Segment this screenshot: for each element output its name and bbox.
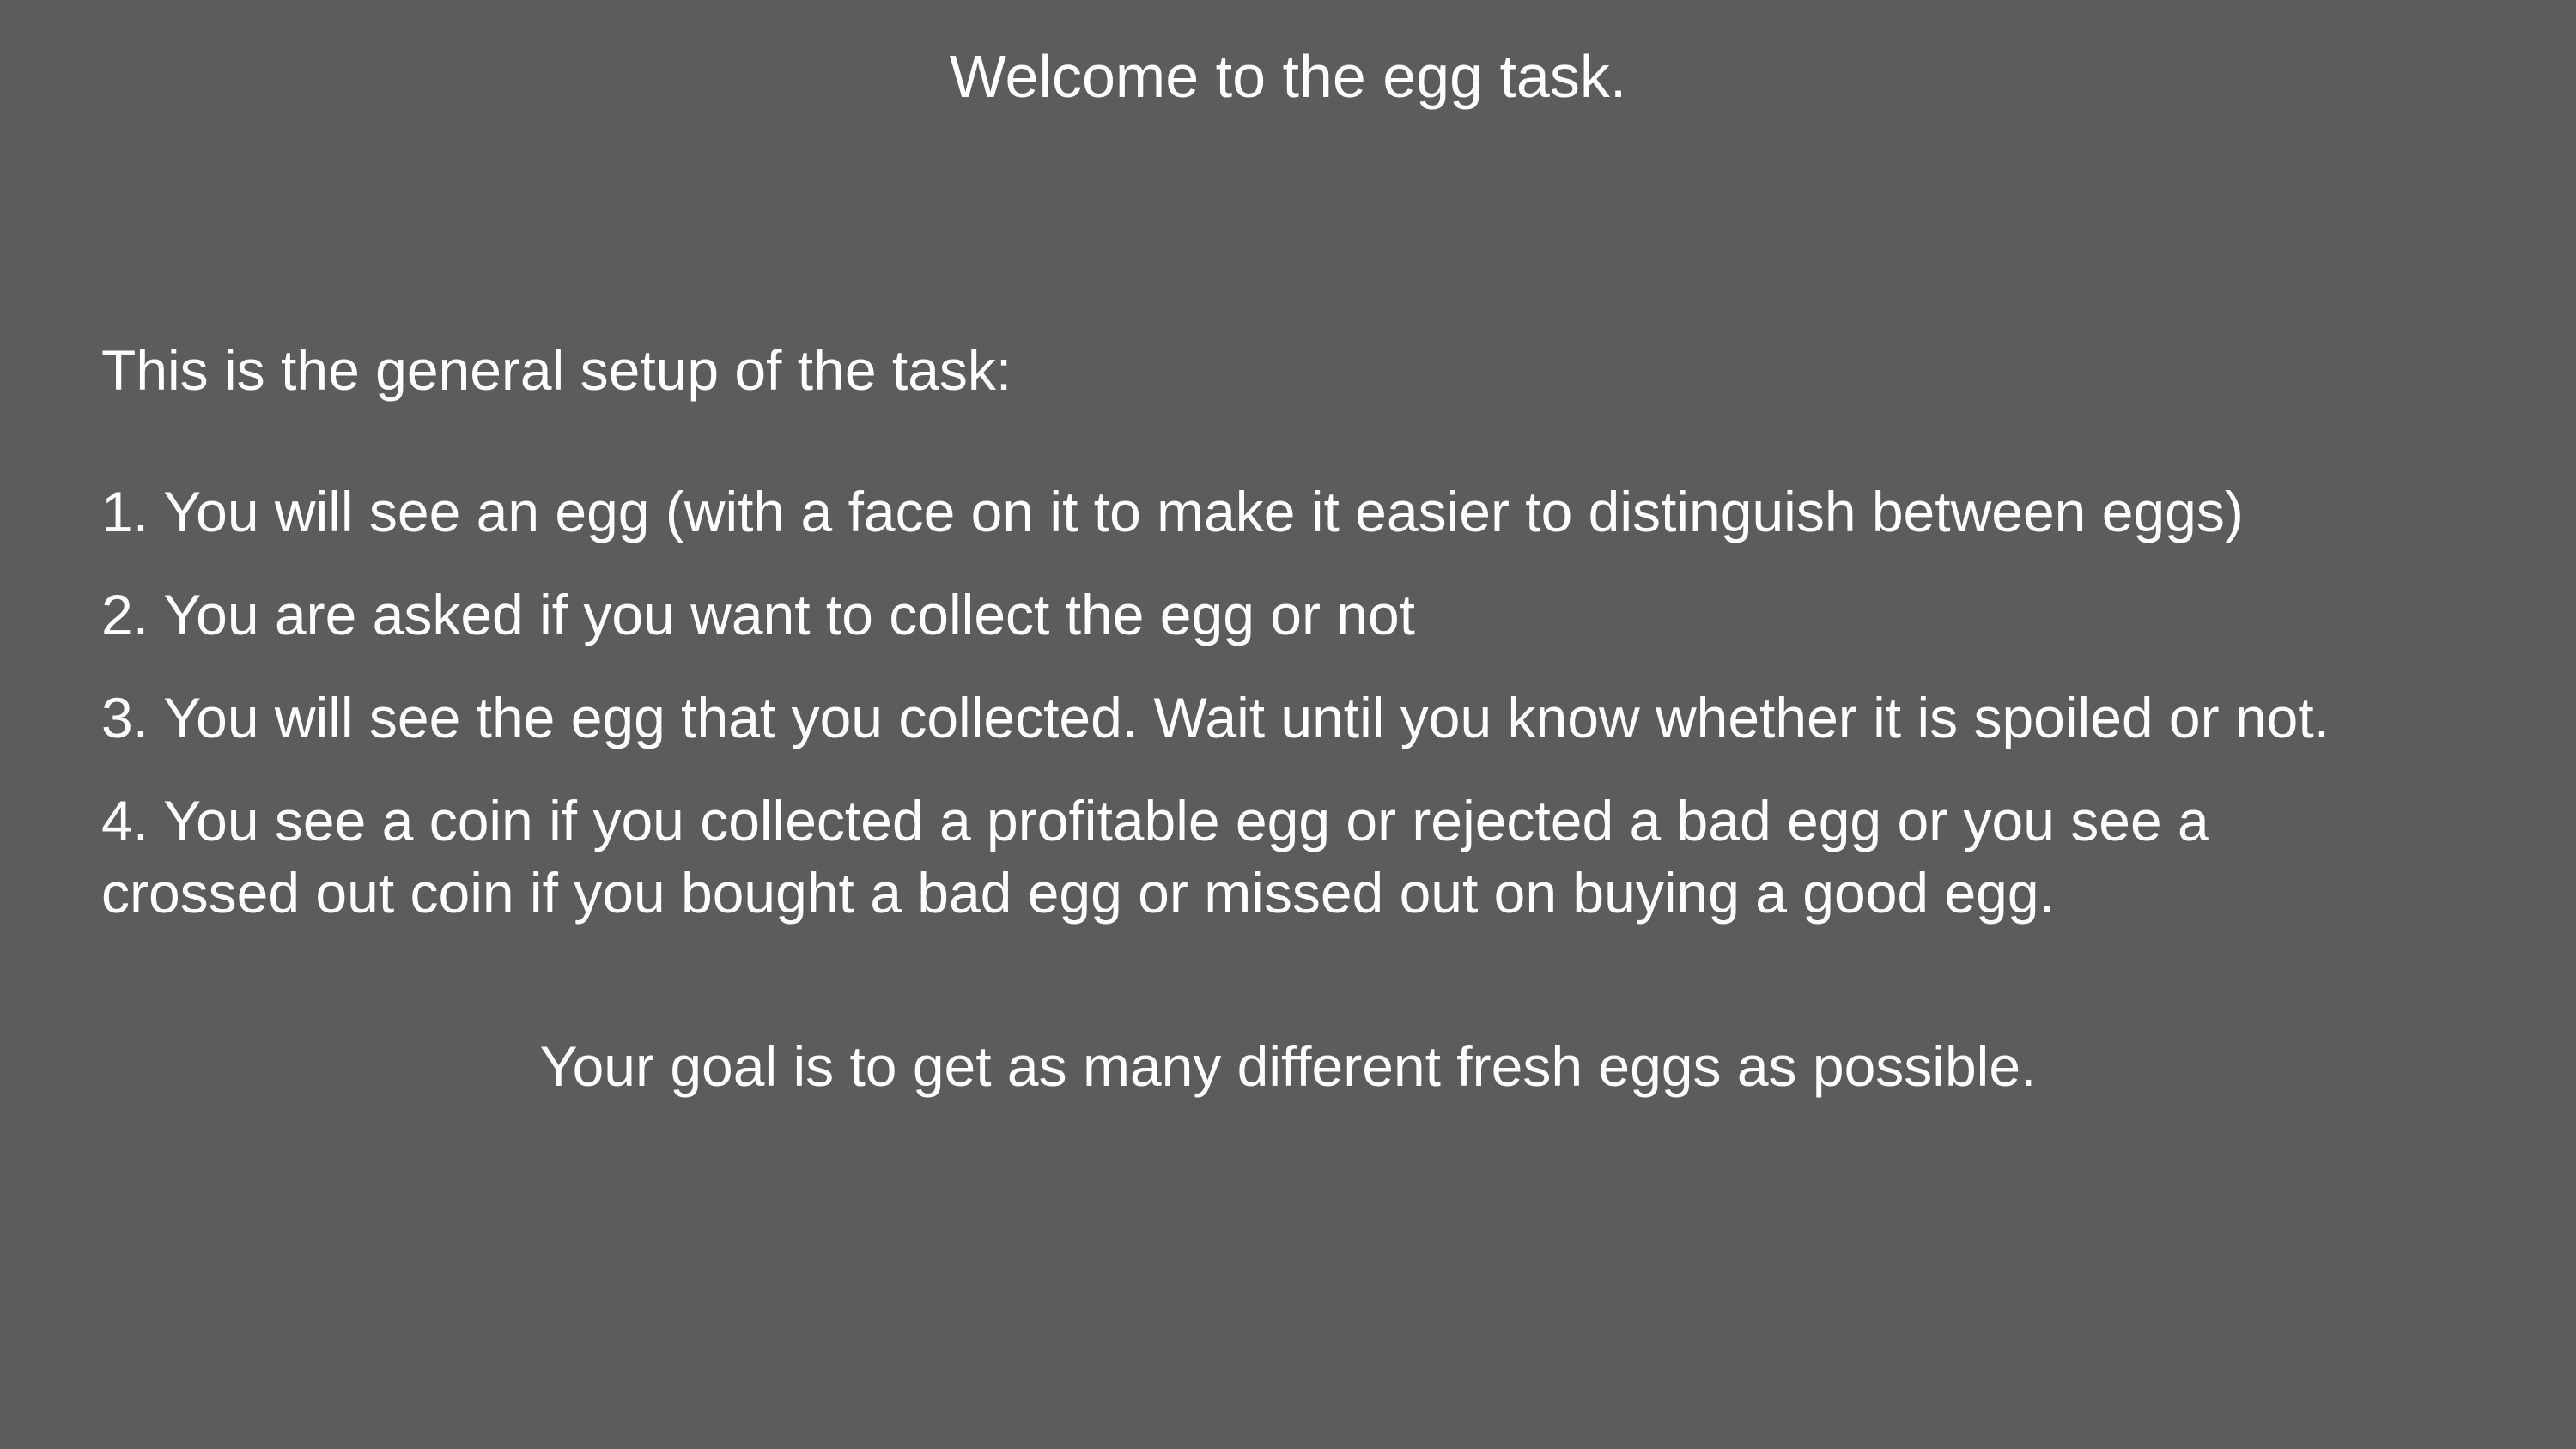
step-item-3: 3. You will see the egg that you collect… bbox=[101, 686, 2330, 749]
setup-steps-list: 1. You will see an egg (with a face on i… bbox=[101, 476, 2506, 960]
setup-intro: This is the general setup of the task: bbox=[101, 338, 1012, 402]
step-item-2: 2. You are asked if you want to collect … bbox=[101, 583, 1416, 646]
welcome-title: Welcome to the egg task. bbox=[949, 43, 1627, 110]
goal-statement: Your goal is to get as many different fr… bbox=[539, 1034, 2037, 1098]
step-item-4: 4. You see a coin if you collected a pro… bbox=[101, 789, 2209, 925]
instruction-screen: Welcome to the egg task. This is the gen… bbox=[0, 0, 2576, 1449]
step-item-1: 1. You will see an egg (with a face on i… bbox=[101, 480, 2244, 543]
